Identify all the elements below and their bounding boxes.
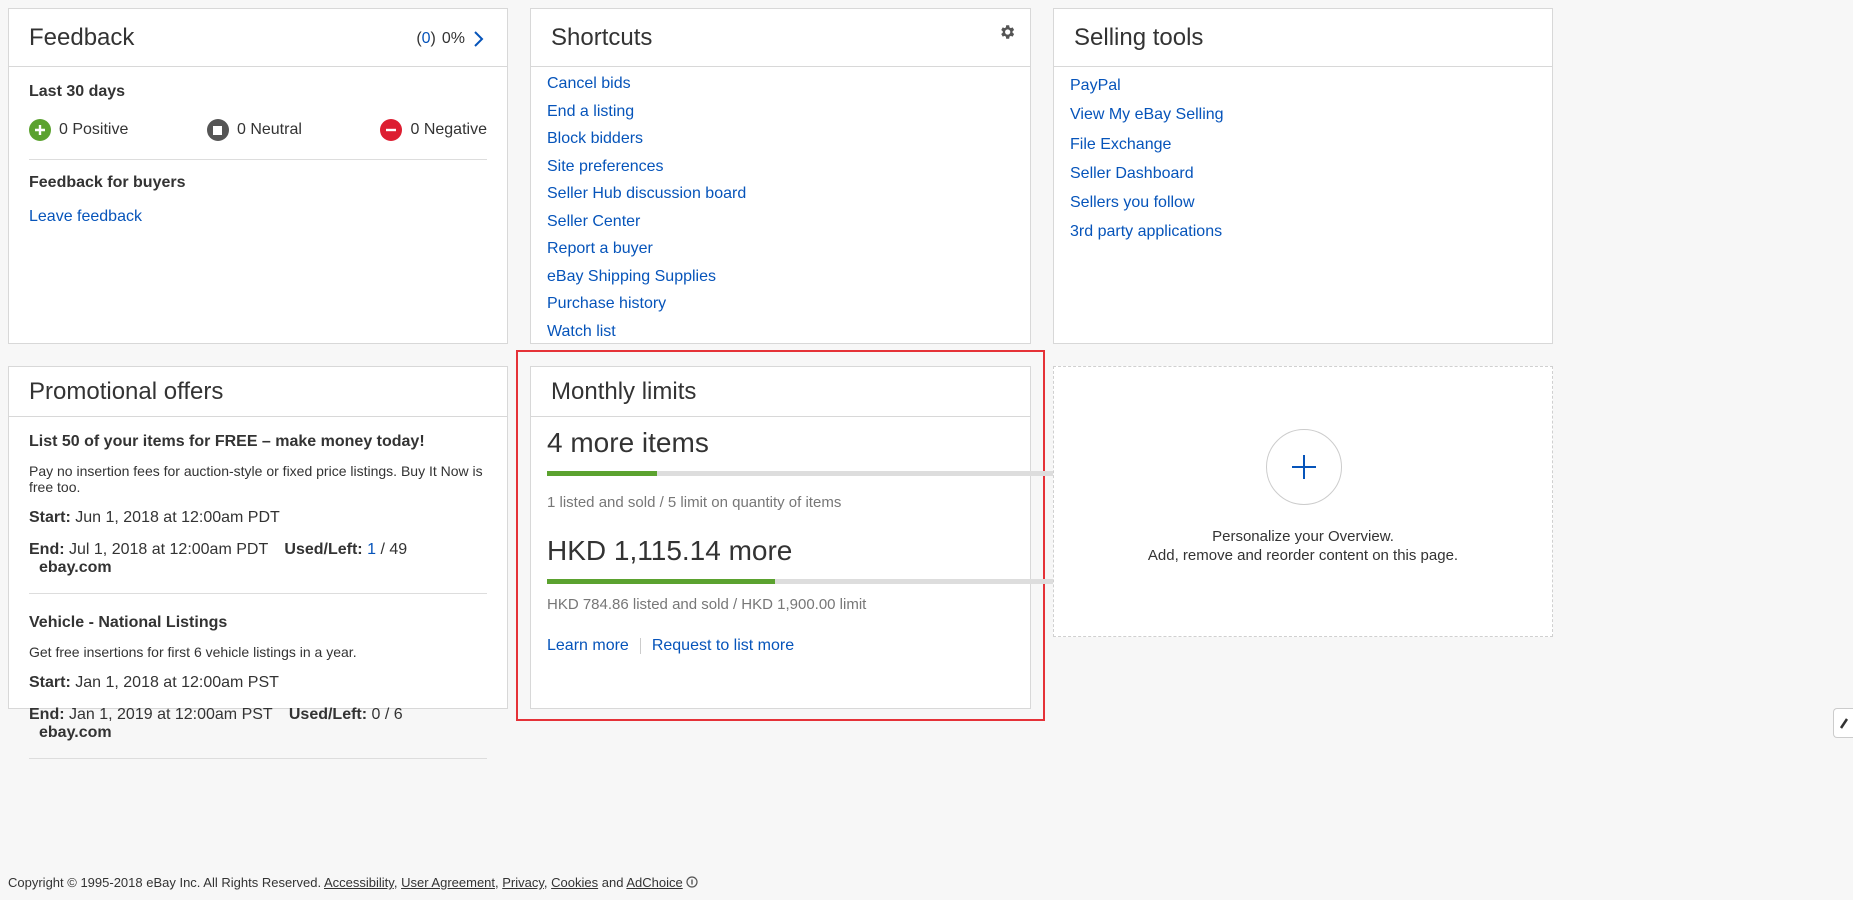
monthly-limits-header: Monthly limits	[531, 367, 1030, 417]
promotional-title: Promotional offers	[29, 377, 224, 405]
monthly-limits-title: Monthly limits	[551, 377, 697, 405]
value-usage: HKD 784.86 listed and sold / HKD 1,900.0…	[547, 596, 867, 613]
feedback-ratings: 0 Positive 0 Neutral 0 Negative	[29, 119, 487, 160]
promotional-body: List 50 of your items for FREE – make mo…	[9, 417, 507, 791]
divider	[639, 638, 641, 654]
learn-more-link[interactable]: Learn more	[547, 637, 629, 655]
shortcuts-header: Shortcuts	[531, 9, 1030, 67]
feedback-for-buyers-label: Feedback for buyers	[29, 174, 186, 191]
plus-circle-icon	[29, 119, 51, 141]
shortcut-end-listing[interactable]: End a listing	[547, 103, 634, 120]
privacy-link[interactable]: Privacy	[502, 875, 544, 890]
shortcut-shipping-supplies[interactable]: eBay Shipping Supplies	[547, 268, 716, 285]
selling-tools-header: Selling tools	[1054, 9, 1552, 67]
feedback-card: Feedback (0) 0% Last 30 days 0 Positive …	[8, 8, 508, 344]
shortcut-cancel-bids[interactable]: Cancel bids	[547, 75, 631, 92]
monthly-limits-card: Monthly limits 4 more items 1 listed and…	[530, 366, 1099, 709]
negative-rating: 0 Negative	[380, 119, 487, 141]
feedback-percent: 0%	[441, 30, 465, 47]
promotional-offers-card: Promotional offers List 50 of your items…	[8, 366, 508, 759]
items-progress-fill	[547, 471, 658, 476]
positive-rating: 0 Positive	[29, 119, 128, 141]
promo-offer-desc: Get free insertions for first 6 vehicle …	[29, 644, 357, 660]
request-list-more-link[interactable]: Request to list more	[652, 637, 794, 655]
selling-tools-list: PayPal View My eBay Selling File Exchang…	[1054, 67, 1552, 253]
shortcuts-card: Shortcuts Cancel bids End a listing Bloc…	[530, 8, 1031, 344]
plus-icon	[1292, 455, 1316, 479]
shortcut-discussion-board[interactable]: Seller Hub discussion board	[547, 185, 746, 202]
shortcut-report-buyer[interactable]: Report a buyer	[547, 240, 653, 257]
last-30-days-label: Last 30 days	[29, 83, 126, 100]
chevron-right-icon[interactable]	[471, 29, 487, 49]
value-progress-bar	[547, 579, 1099, 584]
promotional-header: Promotional offers	[9, 367, 507, 417]
selling-tools-card: Selling tools PayPal View My eBay Sellin…	[1053, 8, 1553, 344]
promo-end: End: Jan 1, 2019 at 12:00am PST Used/Lef…	[29, 706, 403, 741]
monthly-links: Learn more Request to list more	[547, 637, 1014, 655]
tool-view-my-ebay-selling[interactable]: View My eBay Selling	[1070, 106, 1224, 123]
edit-tab[interactable]	[1833, 708, 1853, 738]
tool-file-exchange[interactable]: File Exchange	[1070, 136, 1171, 153]
promo-offer-desc: Pay no insertion fees for auction-style …	[29, 463, 483, 495]
tool-seller-dashboard[interactable]: Seller Dashboard	[1070, 165, 1194, 182]
items-usage: 1 listed and sold / 5 limit on quantity …	[547, 494, 842, 511]
tool-third-party-apps[interactable]: 3rd party applications	[1070, 223, 1222, 240]
shortcut-block-bidders[interactable]: Block bidders	[547, 130, 643, 147]
tool-paypal[interactable]: PayPal	[1070, 77, 1121, 94]
promo-offer-title: Vehicle - National Listings	[29, 614, 228, 631]
shortcut-seller-center[interactable]: Seller Center	[547, 213, 640, 230]
gear-icon[interactable]	[998, 23, 1016, 41]
shortcuts-list: Cancel bids End a listing Block bidders …	[531, 67, 1030, 350]
feedback-body: Last 30 days 0 Positive 0 Neutral 0 Nega…	[9, 67, 507, 238]
promo-start: Start: Jun 1, 2018 at 12:00am PDT	[29, 509, 280, 526]
adchoice-link[interactable]: AdChoice	[626, 875, 682, 890]
value-progress-fill	[547, 579, 775, 584]
promo-end: End: Jul 1, 2018 at 12:00am PDT Used/Lef…	[29, 541, 408, 576]
feedback-count-link[interactable]: 0	[422, 30, 431, 47]
personalize-text: Personalize your Overview. Add, remove a…	[1147, 528, 1459, 564]
monthly-limits-body: 4 more items 1 listed and sold / 5 limit…	[531, 417, 1099, 665]
add-module-button[interactable]	[1266, 429, 1342, 505]
adchoice-icon[interactable]	[686, 876, 698, 888]
shortcut-watch-list[interactable]: Watch list	[547, 323, 616, 340]
feedback-header: Feedback (0) 0%	[9, 9, 507, 67]
cookies-link[interactable]: Cookies	[551, 875, 598, 890]
footer: Copyright © 1995-2018 eBay Inc. All Righ…	[8, 875, 698, 890]
promo-start: Start: Jan 1, 2018 at 12:00am PST	[29, 674, 279, 691]
tool-sellers-you-follow[interactable]: Sellers you follow	[1070, 194, 1195, 211]
minus-circle-icon	[380, 119, 403, 141]
accessibility-link[interactable]: Accessibility	[324, 875, 394, 890]
value-remaining: HKD 1,115.14 more	[547, 535, 793, 566]
copyright-text: Copyright © 1995-2018 eBay Inc. All Righ…	[8, 875, 322, 890]
items-progress-bar	[547, 471, 1099, 476]
pencil-icon	[1839, 718, 1848, 729]
leave-feedback-link[interactable]: Leave feedback	[29, 208, 487, 226]
shortcuts-title: Shortcuts	[551, 23, 653, 51]
promo-offer: Vehicle - National Listings Get free ins…	[29, 614, 487, 759]
promo-used-link[interactable]: 1	[367, 541, 376, 558]
items-remaining: 4 more items	[547, 427, 709, 458]
shortcut-site-preferences[interactable]: Site preferences	[547, 158, 664, 175]
feedback-score[interactable]: (0) 0%	[416, 29, 487, 49]
personalize-card[interactable]: Personalize your Overview. Add, remove a…	[1053, 366, 1553, 637]
square-circle-icon	[206, 119, 229, 141]
promo-offer-title: List 50 of your items for FREE – make mo…	[29, 433, 425, 450]
feedback-title: Feedback	[29, 23, 135, 51]
shortcut-purchase-history[interactable]: Purchase history	[547, 295, 666, 312]
promo-offer: List 50 of your items for FREE – make mo…	[29, 433, 487, 594]
neutral-rating: 0 Neutral	[206, 119, 302, 141]
user-agreement-link[interactable]: User Agreement	[401, 875, 495, 890]
selling-tools-title: Selling tools	[1074, 23, 1204, 51]
